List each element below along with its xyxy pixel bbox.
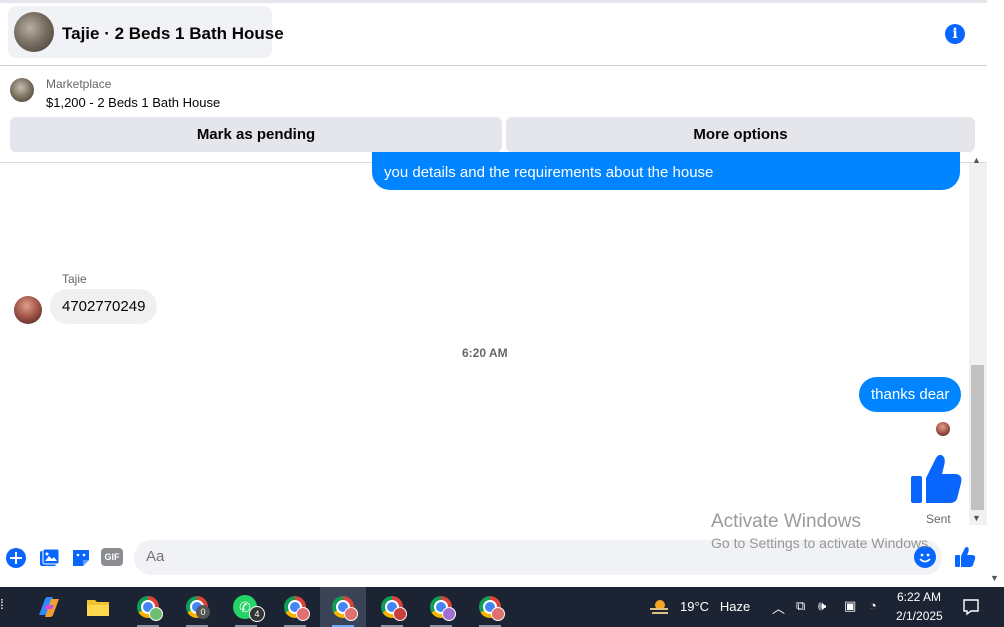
mark-as-pending-button[interactable]: Mark as pending (10, 117, 502, 152)
chat-avatar[interactable] (14, 12, 54, 52)
incoming-message[interactable]: 4702770249 (50, 289, 158, 324)
taskbar-whatsapp[interactable]: ✆ 4 (223, 587, 269, 627)
gif-icon[interactable]: GIF (101, 548, 123, 566)
clock-date[interactable]: 2/1/2025 (896, 609, 943, 623)
photo-icon[interactable] (38, 547, 60, 569)
weather-description: Haze (719, 599, 751, 614)
weather-temperature: 19°C (680, 599, 710, 614)
message-status: Sent (926, 512, 951, 526)
notifications-icon[interactable] (962, 598, 980, 616)
activation-watermark-subtitle: Go to Settings to activate Windows. (711, 535, 932, 551)
taskbar-chrome-7[interactable] (467, 587, 513, 627)
wifi-icon[interactable]: ◔ (869, 598, 877, 613)
taskbar-chrome-3[interactable] (272, 587, 318, 627)
activation-watermark-title: Activate Windows (711, 511, 861, 532)
message-text: you details and the requirements about t… (384, 164, 714, 181)
weather-haze-icon[interactable] (648, 598, 670, 616)
page-scrollbar[interactable] (987, 0, 1004, 585)
notification-badge: 4 (249, 606, 265, 622)
start-icon[interactable]: ⁞ (0, 596, 4, 612)
show-hidden-icons[interactable]: ︿ (772, 598, 785, 617)
profile-badge (491, 607, 505, 621)
add-icon[interactable] (5, 547, 27, 569)
chat-title[interactable]: Tajie · 2 Beds 1 Bath House (62, 24, 284, 44)
scrollbar-thumb[interactable] (971, 365, 984, 510)
listing-title[interactable]: $1,200 - 2 Beds 1 Bath House (46, 95, 220, 110)
clock-time[interactable]: 6:22 AM (897, 590, 941, 604)
profile-badge (149, 607, 163, 621)
taskbar-chrome-6[interactable] (418, 587, 464, 627)
thumbs-up-icon[interactable] (954, 546, 976, 568)
copilot-icon[interactable] (36, 595, 62, 619)
taskbar-chrome-active[interactable] (320, 587, 366, 627)
message-timestamp: 6:20 AM (462, 346, 508, 360)
listing-thumbnail[interactable] (10, 78, 34, 102)
more-options-button[interactable]: More options (506, 117, 975, 152)
info-icon[interactable]: i (945, 24, 965, 44)
notification-badge: 0 (196, 605, 210, 619)
sender-avatar[interactable] (14, 296, 42, 324)
marketplace-label: Marketplace (46, 77, 112, 91)
sender-name: Tajie (62, 272, 87, 286)
thumbs-up-message-icon[interactable] (908, 452, 964, 506)
page-scroll-down-icon[interactable]: ▼ (990, 573, 999, 583)
file-explorer-icon[interactable] (86, 597, 110, 617)
outgoing-message[interactable]: you details and the requirements about t… (372, 152, 960, 190)
outgoing-message[interactable]: thanks dear (859, 377, 962, 412)
taskbar-chrome-1[interactable] (125, 587, 171, 627)
taskbar-chrome-5[interactable] (369, 587, 415, 627)
profile-badge (442, 607, 456, 621)
sticker-icon[interactable] (70, 547, 92, 569)
meet-icon[interactable]: ⧉ (796, 598, 805, 614)
scroll-down-icon[interactable]: ▼ (972, 513, 981, 523)
weather-widget[interactable]: 19°C Haze (680, 599, 750, 614)
profile-badge (393, 607, 407, 621)
scroll-up-icon[interactable]: ▲ (972, 155, 981, 165)
profile-badge (344, 607, 358, 621)
volume-icon[interactable]: 🕪 (818, 598, 826, 614)
seen-avatar (936, 422, 950, 436)
battery-icon[interactable]: ▣ (844, 598, 856, 614)
profile-badge (296, 607, 310, 621)
taskbar-chrome-2[interactable]: 0 (174, 587, 220, 627)
